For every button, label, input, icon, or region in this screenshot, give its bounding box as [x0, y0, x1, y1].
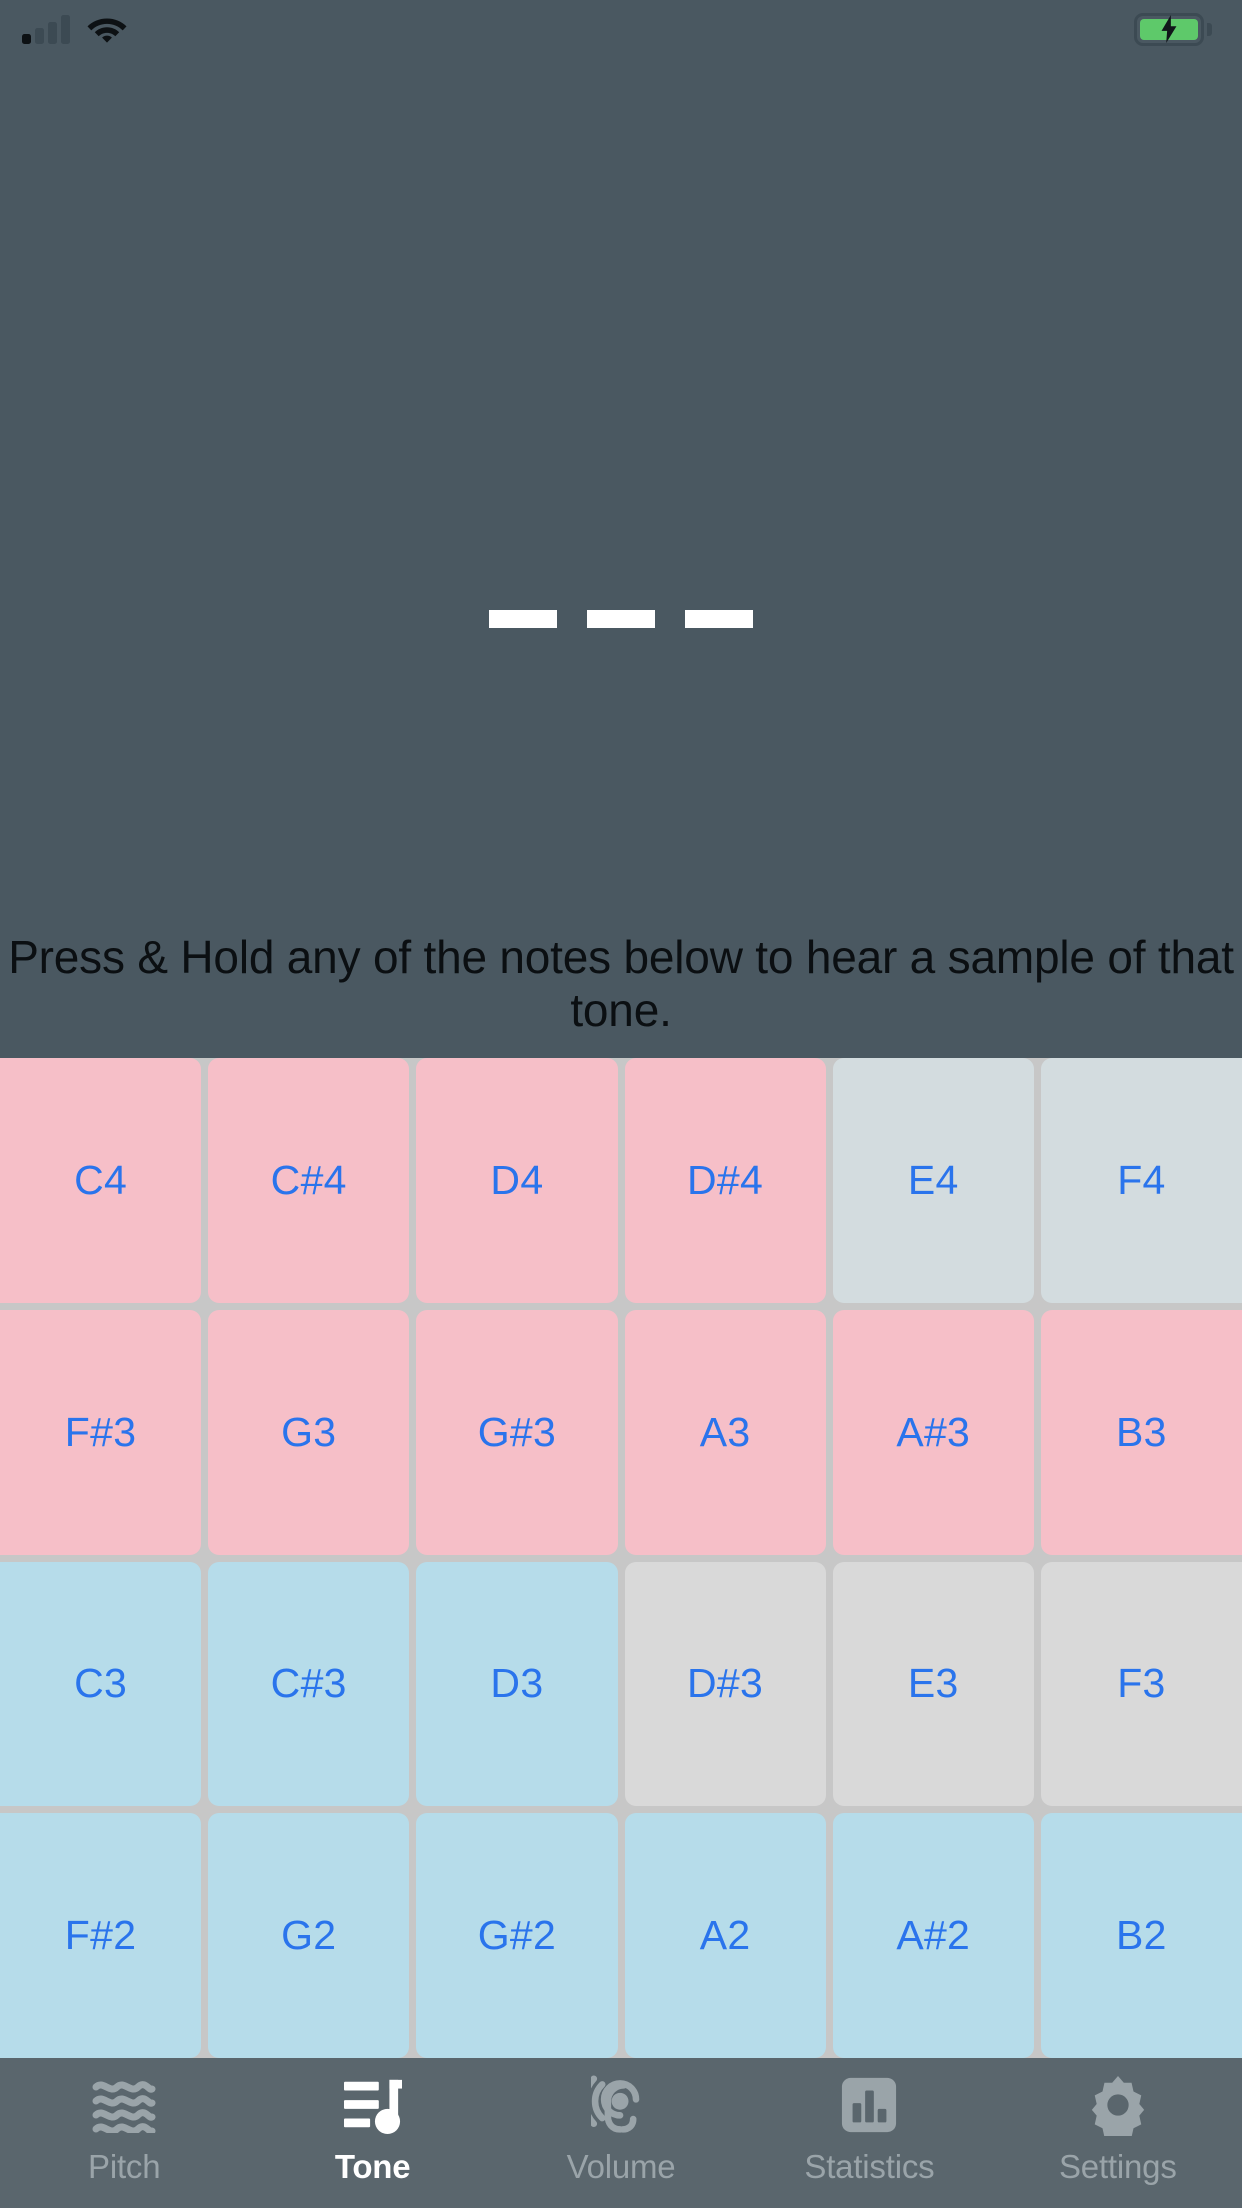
note-tile-label: F4 [1117, 1156, 1166, 1203]
hero-area [0, 58, 1242, 931]
note-tile[interactable]: F#3 [0, 1309, 202, 1555]
note-tile[interactable]: D#3 [624, 1561, 826, 1807]
status-bar-left [22, 14, 128, 44]
note-tile[interactable]: G#2 [416, 1813, 618, 2058]
note-tile[interactable]: A3 [624, 1309, 826, 1555]
note-tile-label: D3 [490, 1660, 544, 1707]
note-tile[interactable]: C4 [0, 1058, 202, 1303]
battery-charging-icon [1134, 12, 1212, 46]
note-tile[interactable]: D4 [416, 1058, 618, 1303]
note-tile[interactable]: D#4 [624, 1058, 826, 1303]
note-tile-label: D4 [490, 1156, 544, 1203]
note-tile-label: B2 [1116, 1912, 1167, 1959]
loading-dashes-indicator [489, 610, 753, 628]
note-tile-label: F3 [1117, 1660, 1166, 1707]
note-tile[interactable]: G#3 [416, 1309, 618, 1555]
note-tile-label: E3 [907, 1660, 959, 1707]
tab-label: Statistics [804, 2148, 935, 2185]
status-bar [0, 0, 1242, 58]
note-tile-label: A2 [699, 1912, 751, 1959]
tab-label: Volume [566, 2148, 676, 2185]
note-tile-label: E4 [907, 1156, 959, 1203]
note-tile-label: A3 [699, 1408, 751, 1455]
app-root: Press & Hold any of the notes below to h… [0, 0, 1242, 2208]
note-tile-label: D#3 [687, 1660, 764, 1707]
tab-label: Pitch [88, 2148, 161, 2185]
note-tile[interactable]: B3 [1040, 1309, 1242, 1555]
note-tile[interactable]: B2 [1040, 1813, 1242, 2058]
ear-icon [591, 2072, 651, 2138]
note-tile-label: B3 [1116, 1408, 1167, 1455]
tab-pitch[interactable]: Pitch [0, 2072, 248, 2186]
note-tile-label: D#4 [687, 1156, 764, 1203]
note-tile-label: C3 [74, 1660, 128, 1707]
note-tile-label: C#3 [270, 1660, 347, 1707]
note-tile-label: C#4 [270, 1156, 347, 1203]
note-tile[interactable]: A2 [624, 1813, 826, 2058]
wifi-icon [86, 14, 128, 44]
note-tile[interactable]: C#3 [208, 1561, 410, 1807]
tab-settings[interactable]: Settings [994, 2072, 1242, 2186]
note-tile[interactable]: E4 [832, 1058, 1034, 1303]
note-tile[interactable]: F3 [1040, 1561, 1242, 1807]
gear-icon [1087, 2072, 1149, 2138]
note-tile[interactable]: A#3 [832, 1309, 1034, 1555]
tab-volume[interactable]: Volume [497, 2072, 745, 2186]
note-grid: C4 C#4 D4 D#4 E4 F4 F#3 G3 G#3 A3 A#3 B3 C3 C#3 D3 D#3 E… [0, 1058, 1242, 2058]
note-tile[interactable]: G2 [208, 1813, 410, 2058]
note-tile-label: F#3 [64, 1408, 137, 1455]
note-tile[interactable]: A#2 [832, 1813, 1034, 2058]
note-tile-label: A#2 [896, 1912, 971, 1959]
note-tile[interactable]: E3 [832, 1561, 1034, 1807]
tab-label: Tone [334, 2148, 411, 2185]
tab-statistics[interactable]: Statistics [745, 2072, 993, 2186]
bar-chart-icon [840, 2072, 898, 2138]
instruction-text: Press & Hold any of the notes below to h… [8, 931, 1234, 1036]
note-tile[interactable]: F4 [1040, 1058, 1242, 1303]
tab-label: Settings [1059, 2148, 1177, 2185]
note-tile-label: G3 [281, 1408, 337, 1455]
music-note-icon [342, 2072, 404, 2138]
cellular-signal-icon [22, 14, 70, 44]
note-tile-label: C4 [74, 1156, 128, 1203]
tab-tone[interactable]: Tone [248, 2072, 496, 2186]
note-tile-label: G#3 [477, 1408, 557, 1455]
note-tile[interactable]: F#2 [0, 1813, 202, 2058]
note-tile-label: A#3 [896, 1408, 971, 1455]
tab-bar: Pitch Tone Volume Statistics Settings [0, 2058, 1242, 2208]
lightning-bolt-icon [1161, 15, 1177, 43]
note-tile-label: G2 [281, 1912, 337, 1959]
note-tile[interactable]: C#4 [208, 1058, 410, 1303]
note-tile[interactable]: D3 [416, 1561, 618, 1807]
note-tile-label: F#2 [64, 1912, 137, 1959]
waves-icon [92, 2072, 156, 2138]
note-tile[interactable]: C3 [0, 1561, 202, 1807]
note-tile-label: G#2 [477, 1912, 557, 1959]
note-tile[interactable]: G3 [208, 1309, 410, 1555]
